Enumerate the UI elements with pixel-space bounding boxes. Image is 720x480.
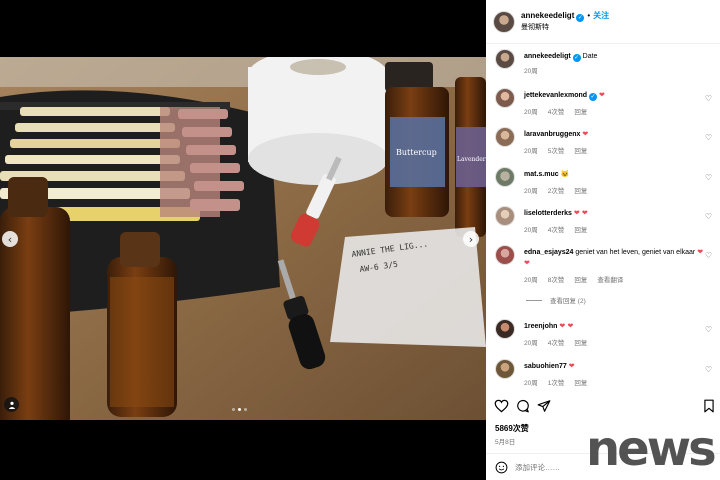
commenter-avatar[interactable] [495, 359, 515, 379]
bottle-label-small-text: Lavender [457, 156, 486, 163]
reply-button[interactable]: 回复 [574, 277, 587, 284]
heart-emoji: ❤ ❤ [559, 322, 574, 330]
heart-emoji: ❤ [568, 362, 575, 370]
cat-emoji: 🐱 [560, 171, 570, 178]
chevron-right-icon: › [468, 232, 474, 246]
commenter-avatar[interactable] [495, 319, 515, 339]
like-comment-heart-icon[interactable]: ♡ [705, 94, 712, 103]
reply-button[interactable]: 回复 [574, 148, 587, 155]
post-media: Buttercup Lavender ANNIE THE LIG... AW-6… [0, 0, 486, 480]
post-header: annekeedeligt ✓ • 关注 曼彻斯特 [486, 0, 720, 44]
author-username[interactable]: annekeedeligt [521, 11, 574, 20]
verified-icon: ✓ [572, 54, 581, 62]
like-comment-heart-icon[interactable]: ♡ [705, 133, 712, 142]
comment-time: 20周 [524, 148, 538, 155]
verified-icon: ✓ [589, 93, 598, 101]
comment-username[interactable]: mat.s.muc [524, 171, 559, 178]
like-comment-heart-icon[interactable]: ♡ [705, 251, 712, 260]
comment-time: 20周 [524, 340, 538, 347]
comment-time: 20周 [524, 227, 538, 234]
comment-likes[interactable]: 4次赞 [548, 109, 565, 116]
like-comment-heart-icon[interactable]: ♡ [705, 365, 712, 374]
post-date: 5月8日 [495, 439, 516, 446]
commenter-avatar[interactable] [495, 206, 515, 226]
reply-button[interactable]: 回复 [574, 188, 587, 195]
comment-likes[interactable]: 4次赞 [548, 227, 565, 234]
reply-button[interactable]: 回复 [574, 380, 587, 387]
photo-illustration: Buttercup Lavender ANNIE THE LIG... AW-6… [0, 57, 486, 420]
next-image-button[interactable]: › [463, 231, 479, 247]
bookmark-icon[interactable] [703, 399, 715, 413]
comments-list[interactable]: annekeedeligt ✓ Date 20周 jettekevanlexmon… [486, 45, 720, 390]
caption-username[interactable]: annekeedeligt [524, 53, 571, 60]
comment-username[interactable]: laravanbruggenx [524, 131, 580, 138]
author-avatar-small[interactable] [495, 49, 515, 69]
post-side-panel: annekeedeligt ✓ • 关注 曼彻斯特 annekeedeligt ✓ Da… [486, 0, 720, 480]
share-icon[interactable] [537, 399, 551, 413]
carousel-dot [232, 408, 235, 411]
comment-likes[interactable]: 1次赞 [548, 380, 565, 387]
comment-username[interactable]: edna_esjays24 [524, 249, 573, 256]
comment-likes[interactable]: 8次赞 [548, 277, 565, 284]
like-comment-heart-icon[interactable]: ♡ [705, 212, 712, 221]
heart-icon[interactable] [494, 399, 509, 413]
news-watermark: news [586, 421, 717, 477]
comment-likes[interactable]: 2次赞 [548, 188, 565, 195]
caption-text: Date [582, 53, 598, 60]
comment-time: 20周 [524, 380, 538, 387]
reply-button[interactable]: 回复 [574, 227, 587, 234]
view-replies-button[interactable]: 查看回复 (2) [526, 295, 586, 305]
verified-icon: ✓ [576, 14, 585, 22]
post-location[interactable]: 曼彻斯特 [521, 22, 609, 33]
reply-button[interactable]: 回复 [574, 109, 587, 116]
comment-username[interactable]: liselotterderks [524, 210, 572, 217]
heart-emoji: ❤ [582, 130, 589, 138]
heart-emoji: ❤ [598, 91, 605, 99]
comment-likes[interactable]: 4次赞 [548, 340, 565, 347]
see-translation-button[interactable]: 查看翻译 [597, 277, 623, 284]
follow-button[interactable]: 关注 [593, 11, 609, 20]
user-tag-icon [8, 401, 15, 409]
post-actions-bar [486, 394, 720, 418]
comment-time: 20周 [524, 277, 538, 284]
comment-text: geniet van het leven, geniet van elkaar [575, 249, 696, 256]
view-replies-label: 查看回复 (2) [550, 298, 586, 305]
like-comment-heart-icon[interactable]: ♡ [705, 173, 712, 182]
reply-button[interactable]: 回复 [574, 340, 587, 347]
replies-divider [526, 299, 542, 301]
separator-dot: • [587, 11, 591, 20]
commenter-avatar[interactable] [495, 127, 515, 147]
comment-username[interactable]: jettekevanlexmond [524, 92, 587, 99]
heart-emoji: ❤ ❤ [573, 209, 588, 217]
chevron-left-icon: ‹ [7, 232, 13, 246]
emoji-icon[interactable] [495, 461, 508, 474]
carousel-dot [244, 408, 247, 411]
post-photo[interactable]: Buttercup Lavender ANNIE THE LIG... AW-6… [0, 57, 486, 420]
commenter-avatar[interactable] [495, 245, 515, 265]
caption-time: 20周 [524, 68, 538, 75]
comment-username[interactable]: 1reenjohn [524, 323, 557, 330]
commenter-avatar[interactable] [495, 167, 515, 187]
previous-image-button[interactable]: ‹ [2, 231, 18, 247]
comment-icon[interactable] [516, 399, 530, 413]
carousel-dot-active [238, 408, 241, 411]
comment-time: 20周 [524, 109, 538, 116]
comment-time: 20周 [524, 188, 538, 195]
bottle-label-text: Buttercup [396, 148, 437, 157]
comment-input[interactable]: 添加评论…… [515, 462, 560, 473]
like-count[interactable]: 5869次赞 [495, 423, 529, 434]
comment-username[interactable]: sabuohien77 [524, 363, 567, 370]
user-tag-button[interactable] [4, 397, 19, 412]
comment-likes[interactable]: 5次赞 [548, 148, 565, 155]
author-avatar[interactable] [493, 10, 515, 33]
commenter-avatar[interactable] [495, 88, 515, 108]
like-comment-heart-icon[interactable]: ♡ [705, 325, 712, 334]
carousel-indicator [232, 408, 247, 411]
